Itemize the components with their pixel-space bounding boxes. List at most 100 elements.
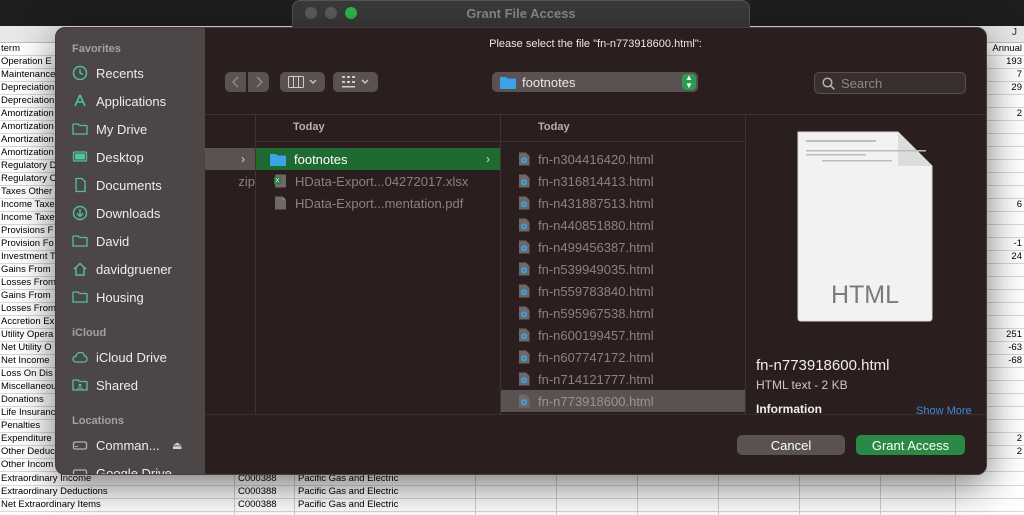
- cell-company: Pacific Gas and Electric: [298, 486, 399, 497]
- file-row-html[interactable]: fn-n607747172.html: [501, 346, 745, 368]
- html-file-icon: [519, 196, 530, 210]
- search-field[interactable]: Search: [814, 72, 966, 94]
- cell-code: C000388: [238, 499, 277, 510]
- file-name: fn-n499456387.html: [538, 239, 654, 255]
- folder-icon: [72, 291, 88, 303]
- sidebar-item-downloads[interactable]: Downloads: [72, 202, 202, 224]
- cell-value: 24: [1011, 251, 1022, 262]
- file-row-html[interactable]: fn-n499456387.html: [501, 236, 745, 258]
- sidebar-item-label: Recents: [96, 65, 144, 81]
- chevron-right-icon: ›: [241, 152, 245, 166]
- sidebar-item-label: Applications: [96, 93, 167, 109]
- svg-text:X: X: [275, 179, 279, 185]
- cloud-icon: [72, 351, 88, 363]
- drive-icon: [72, 441, 88, 450]
- cell-value: -68: [1008, 355, 1022, 366]
- file-row-html[interactable]: fn-n595967538.html: [501, 302, 745, 324]
- file-name: fn-n304416420.html: [538, 151, 654, 167]
- file-row-html[interactable]: fn-n559783840.html: [501, 280, 745, 302]
- sidebar-item-david[interactable]: David: [72, 230, 202, 252]
- column-separator: [745, 114, 746, 414]
- folder-row-footnotes[interactable]: footnotes ›: [256, 148, 500, 170]
- sidebar-item-shared[interactable]: Shared: [72, 374, 202, 396]
- chevron-right-icon: ›: [486, 152, 490, 166]
- file-name: fn-n714121777.html: [538, 371, 654, 387]
- location-dropdown[interactable]: footnotes ▲ ▼: [492, 72, 698, 92]
- cell-value: 193: [1006, 56, 1022, 67]
- sidebar-item-label: Comman...: [96, 437, 160, 453]
- html-file-icon: [519, 328, 530, 342]
- cancel-button[interactable]: Cancel: [737, 435, 845, 455]
- window-title: Grant File Access: [466, 6, 576, 21]
- sidebar-item-documents[interactable]: Documents: [72, 174, 202, 196]
- html-file-icon: [519, 284, 530, 298]
- folder-icon: [270, 153, 286, 166]
- desktop-icon: [72, 151, 88, 162]
- file-row-pdf[interactable]: HData-Export...mentation.pdf: [256, 192, 500, 214]
- file-row-html[interactable]: fn-n316814413.html: [501, 170, 745, 192]
- sidebar: Favorites Recents Applications My Drive Des…: [56, 28, 205, 474]
- sidebar-item-applications[interactable]: Applications: [72, 90, 202, 112]
- view-mode-button[interactable]: [280, 72, 325, 92]
- file-row-html[interactable]: fn-n440851880.html: [501, 214, 745, 236]
- background-window-titlebar: Grant File Access: [292, 0, 750, 27]
- file-name: fn-n431887513.html: [538, 195, 654, 211]
- pdf-file-icon: [275, 196, 286, 210]
- file-row-html[interactable]: fn-n431887513.html: [501, 192, 745, 214]
- chevron-right-icon: [255, 76, 263, 88]
- applications-icon: [74, 94, 86, 107]
- grant-access-button[interactable]: Grant Access: [856, 435, 965, 455]
- cell-value: 7: [1016, 69, 1022, 80]
- sidebar-item-label: Housing: [96, 289, 144, 305]
- sidebar-item-my-drive[interactable]: My Drive: [72, 118, 202, 140]
- cell-value: 2: [1016, 446, 1022, 457]
- spreadsheet-row: Extraordinary Deductions C000388 Pacific G…: [0, 485, 1024, 499]
- cell-company: Pacific Gas and Electric: [298, 499, 399, 510]
- file-name: fn-n595967538.html: [538, 305, 654, 321]
- sidebar-item-davidgruener[interactable]: davidgruener: [72, 258, 202, 280]
- file-row-xlsx[interactable]: X HData-Export...04272017.xlsx: [256, 170, 500, 192]
- sidebar-item-recents[interactable]: Recents: [72, 62, 202, 84]
- grid-icon: [342, 76, 355, 88]
- sidebar-item-desktop[interactable]: Desktop: [72, 146, 202, 168]
- column-letter: J: [1012, 27, 1017, 38]
- cell-value: 6: [1016, 199, 1022, 210]
- sidebar-item-label: davidgruener: [96, 261, 172, 277]
- sidebar-section-icloud: iCloud: [72, 327, 107, 339]
- sidebar-item-housing[interactable]: Housing: [72, 286, 202, 308]
- sidebar-item-label: iCloud Drive: [96, 349, 167, 365]
- sidebar-item-icloud-drive[interactable]: iCloud Drive: [72, 346, 202, 368]
- dialog-footer: Cancel Grant Access: [205, 414, 986, 474]
- dialog-prompt: Please select the file "fn-n773918600.ht…: [489, 38, 702, 50]
- sidebar-item-google-drive[interactable]: Google Drive: [72, 462, 202, 474]
- eject-icon[interactable]: ⏏: [172, 439, 182, 452]
- cell-term: Extraordinary Deductions: [1, 486, 108, 497]
- sidebar-item-comman[interactable]: Comman... ⏏: [72, 434, 202, 456]
- file-row-html[interactable]: fn-n773918600.html: [501, 390, 745, 412]
- preview-file-kind: HTML text - 2 KB: [756, 378, 848, 392]
- html-file-icon: [519, 350, 530, 364]
- column0-selected-row[interactable]: ›: [205, 148, 255, 170]
- file-row-html[interactable]: fn-n304416420.html: [501, 148, 745, 170]
- sidebar-section-favorites: Favorites: [72, 43, 121, 55]
- file-row-html[interactable]: fn-n600199457.html: [501, 324, 745, 346]
- file-name: fn-n607747172.html: [538, 349, 654, 365]
- file-row-html[interactable]: fn-n539949035.html: [501, 258, 745, 280]
- file-row-html[interactable]: fn-n714121777.html: [501, 368, 745, 390]
- forward-button[interactable]: [248, 72, 269, 92]
- back-button[interactable]: [225, 72, 246, 92]
- search-icon: [822, 76, 835, 90]
- browser-top-border: [205, 114, 986, 115]
- excel-file-icon: X: [274, 174, 286, 188]
- file-name: fn-n559783840.html: [538, 283, 654, 299]
- location-label: footnotes: [522, 74, 576, 90]
- cell-value: -1: [1013, 238, 1022, 249]
- group-by-button[interactable]: [333, 72, 378, 92]
- cell-value: 2: [1016, 433, 1022, 444]
- chevron-down-icon: [361, 79, 369, 84]
- file-name: fn-n539949035.html: [538, 261, 654, 277]
- column0-row[interactable]: zip: [205, 170, 255, 192]
- search-placeholder: Search: [841, 75, 883, 91]
- file-name: fn-n316814413.html: [538, 173, 654, 189]
- sidebar-item-label: Shared: [96, 377, 138, 393]
